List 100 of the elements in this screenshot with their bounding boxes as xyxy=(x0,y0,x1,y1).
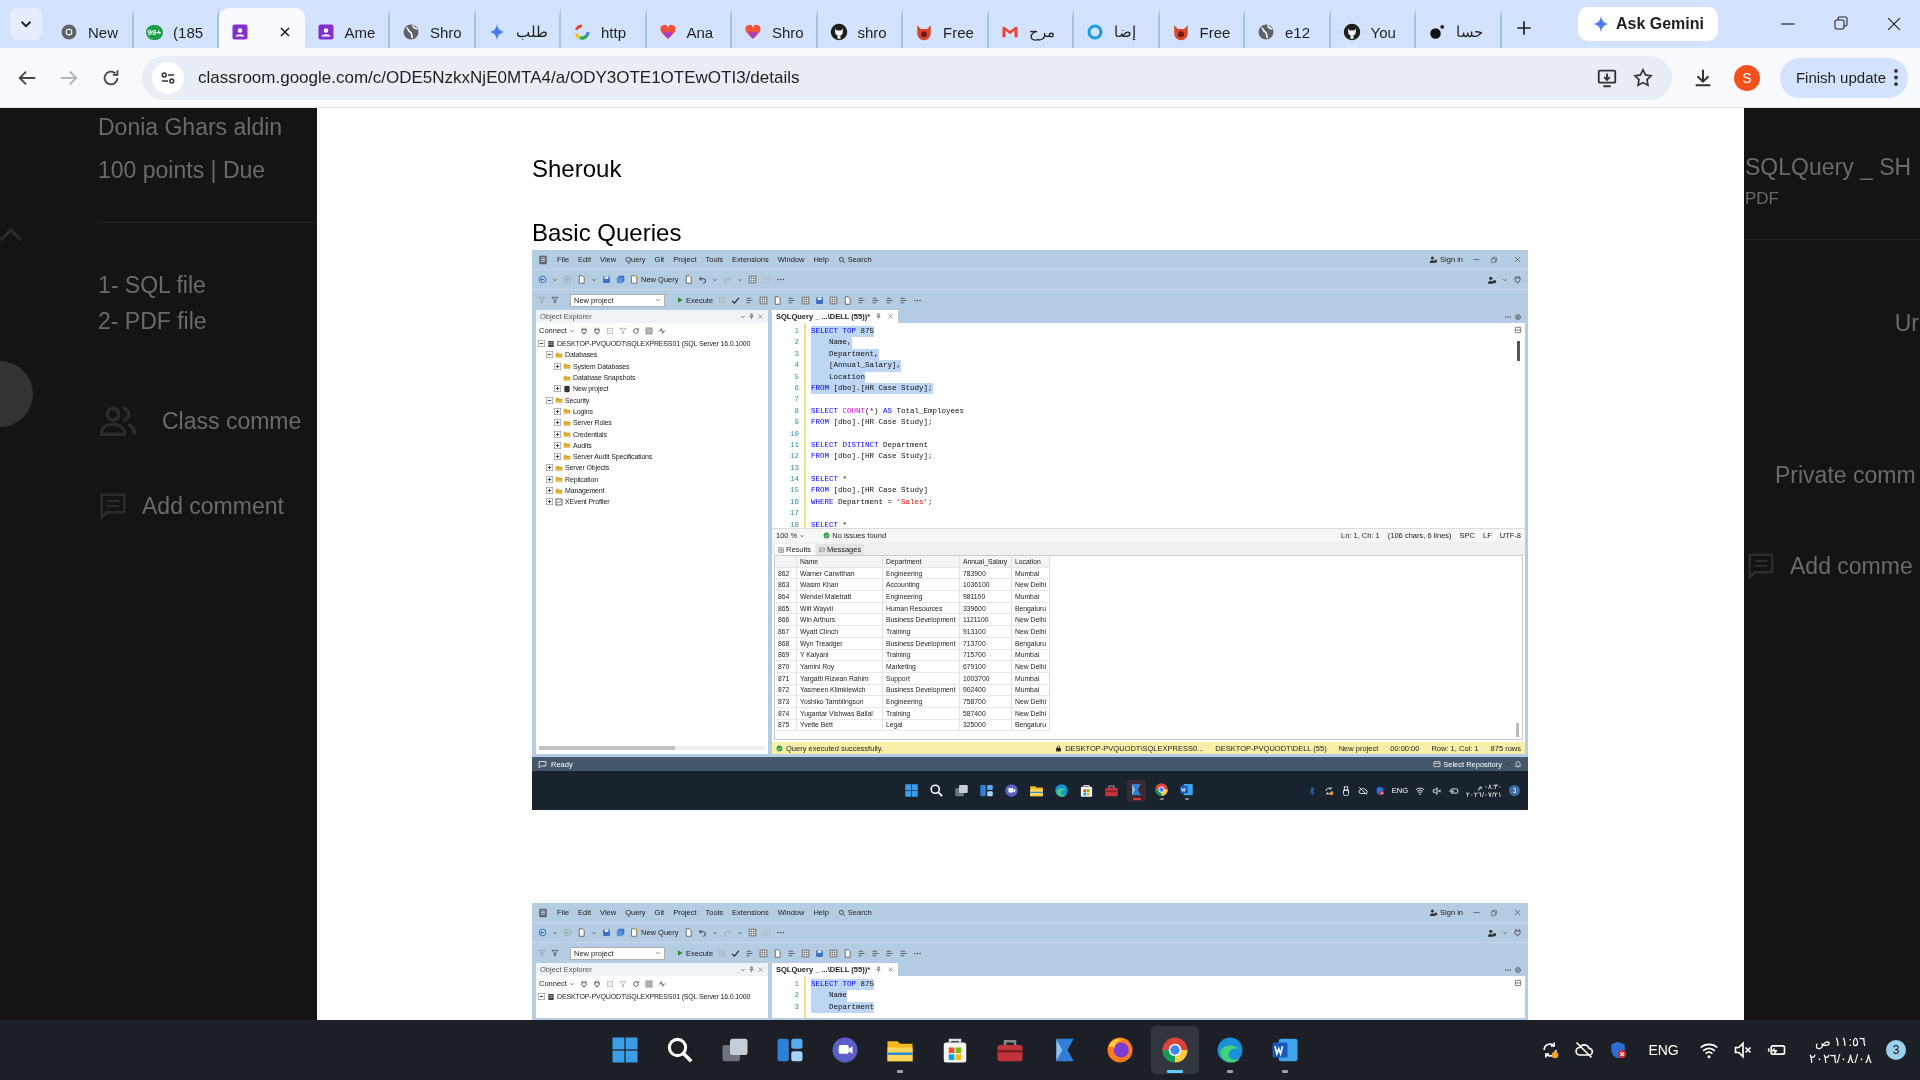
save-all-icon[interactable] xyxy=(616,928,625,937)
lines-icon[interactable] xyxy=(885,948,895,958)
plug-icon[interactable] xyxy=(592,326,601,335)
address-bar[interactable]: classroom.google.com/c/ODE5NzkxNjE0MTA4/a/ODY3OTE1OTEwOTI3/details xyxy=(142,55,1672,100)
lines-icon[interactable] xyxy=(745,295,755,305)
taskbar-button[interactable] xyxy=(1151,1026,1200,1074)
caret-icon[interactable] xyxy=(591,929,597,936)
site-info-button[interactable] xyxy=(152,61,184,94)
refresh-icon[interactable] xyxy=(631,326,640,335)
plug-icon[interactable] xyxy=(592,979,601,988)
clock[interactable]: ١١:٥٦ ص ٢٠٢٦/٠٨/٠٨ xyxy=(1808,1033,1872,1067)
cloud-off-icon[interactable] xyxy=(1357,785,1368,796)
tab-search-button[interactable] xyxy=(10,8,42,40)
volume-muted-icon[interactable] xyxy=(1432,785,1443,796)
expand-toggle-icon[interactable] xyxy=(546,475,553,483)
people-icon[interactable] xyxy=(1487,927,1497,938)
caret-icon[interactable] xyxy=(1502,276,1508,283)
document-icon[interactable] xyxy=(843,948,853,958)
save-icon[interactable] xyxy=(815,948,825,958)
lines-icon[interactable] xyxy=(857,295,867,305)
split-icon[interactable] xyxy=(1514,979,1522,987)
settings-icon[interactable] xyxy=(1514,312,1522,321)
collapse-toggle-icon[interactable] xyxy=(546,351,553,359)
collapse-toggle-icon[interactable] xyxy=(538,993,545,1001)
undo-icon[interactable] xyxy=(697,275,707,284)
stop-icon[interactable] xyxy=(605,326,614,335)
back-arrow-icon[interactable] xyxy=(538,928,547,937)
expand-toggle-icon[interactable] xyxy=(554,385,561,393)
expand-toggle-icon[interactable] xyxy=(554,419,561,427)
expand-toggle-icon[interactable] xyxy=(554,362,561,370)
expand-toggle-icon[interactable] xyxy=(554,430,561,438)
shield-icon[interactable] xyxy=(1608,1040,1629,1060)
grid-icon[interactable] xyxy=(829,948,839,958)
expand-toggle-icon[interactable] xyxy=(546,498,553,506)
grid-icon[interactable] xyxy=(644,326,653,335)
lines-icon[interactable] xyxy=(885,295,895,305)
restore-icon[interactable] xyxy=(1832,14,1850,32)
plug-icon[interactable] xyxy=(1513,275,1522,284)
caret-icon[interactable] xyxy=(736,929,743,936)
lines-icon[interactable] xyxy=(787,295,797,305)
lines-icon[interactable] xyxy=(857,948,867,958)
grid-icon[interactable] xyxy=(829,295,839,305)
refresh-icon[interactable] xyxy=(631,979,640,988)
horizontal-scrollbar[interactable] xyxy=(539,744,765,752)
usb-icon[interactable] xyxy=(1340,785,1351,796)
grid-icon[interactable] xyxy=(801,948,811,958)
caret-icon[interactable] xyxy=(740,966,746,973)
lines-icon[interactable] xyxy=(899,948,909,958)
collapse-toggle-icon[interactable] xyxy=(538,340,545,348)
document-icon[interactable] xyxy=(773,295,783,305)
sync-icon[interactable] xyxy=(1323,785,1334,796)
plug-icon[interactable] xyxy=(579,979,588,988)
expand-toggle-icon[interactable] xyxy=(554,441,561,449)
caret-icon[interactable] xyxy=(711,276,718,283)
shield-icon[interactable] xyxy=(1374,785,1385,796)
caret-icon[interactable] xyxy=(552,276,558,283)
check-icon[interactable] xyxy=(731,295,741,305)
scrollbar-thumb[interactable] xyxy=(1516,341,1520,361)
lines-icon[interactable] xyxy=(745,948,755,958)
save-all-icon[interactable] xyxy=(616,275,625,284)
caret-icon[interactable] xyxy=(736,276,743,283)
expand-toggle-icon[interactable] xyxy=(554,453,561,461)
save-icon[interactable] xyxy=(602,928,611,937)
browser-tab[interactable] xyxy=(219,8,305,48)
language-indicator[interactable]: ENG xyxy=(1648,1042,1679,1058)
grid-icon[interactable] xyxy=(801,295,811,305)
grid-icon[interactable] xyxy=(759,295,769,305)
battery-charging-icon[interactable] xyxy=(1449,785,1460,796)
settings-icon[interactable] xyxy=(1514,965,1522,974)
back-arrow-icon[interactable] xyxy=(538,275,547,284)
caret-icon[interactable] xyxy=(591,276,597,283)
grid-icon[interactable] xyxy=(747,275,757,284)
grid-icon[interactable] xyxy=(747,928,757,937)
save-icon[interactable] xyxy=(602,275,611,284)
wifi-icon[interactable] xyxy=(1415,785,1426,796)
activity-icon[interactable] xyxy=(657,326,666,335)
notification-badge[interactable]: 3 xyxy=(1886,1040,1906,1060)
bookmark-star-icon[interactable] xyxy=(1631,66,1654,89)
lines-icon[interactable] xyxy=(899,295,909,305)
pin-icon[interactable] xyxy=(748,313,755,320)
document-icon[interactable] xyxy=(843,295,853,305)
bell-icon[interactable] xyxy=(1514,760,1522,768)
grid-icon[interactable] xyxy=(759,948,769,958)
plug-icon[interactable] xyxy=(1513,928,1522,937)
lines-icon[interactable] xyxy=(871,295,881,305)
lines-icon[interactable] xyxy=(871,948,881,958)
new-file-icon[interactable] xyxy=(577,275,586,284)
gemini-button[interactable]: Ask Gemini xyxy=(1577,7,1718,41)
caret-icon[interactable] xyxy=(711,929,718,936)
document-icon[interactable] xyxy=(683,928,693,937)
expand-toggle-icon[interactable] xyxy=(546,464,553,472)
document-icon[interactable] xyxy=(773,948,783,958)
grid-icon[interactable] xyxy=(644,979,653,988)
stop-icon[interactable] xyxy=(605,979,614,988)
caret-icon[interactable] xyxy=(740,313,746,320)
caret-icon[interactable] xyxy=(552,929,558,936)
caret-icon[interactable] xyxy=(1502,929,1508,936)
lines-icon[interactable] xyxy=(787,948,797,958)
taskbar-button[interactable] xyxy=(1127,779,1147,802)
check-icon[interactable] xyxy=(731,948,741,958)
